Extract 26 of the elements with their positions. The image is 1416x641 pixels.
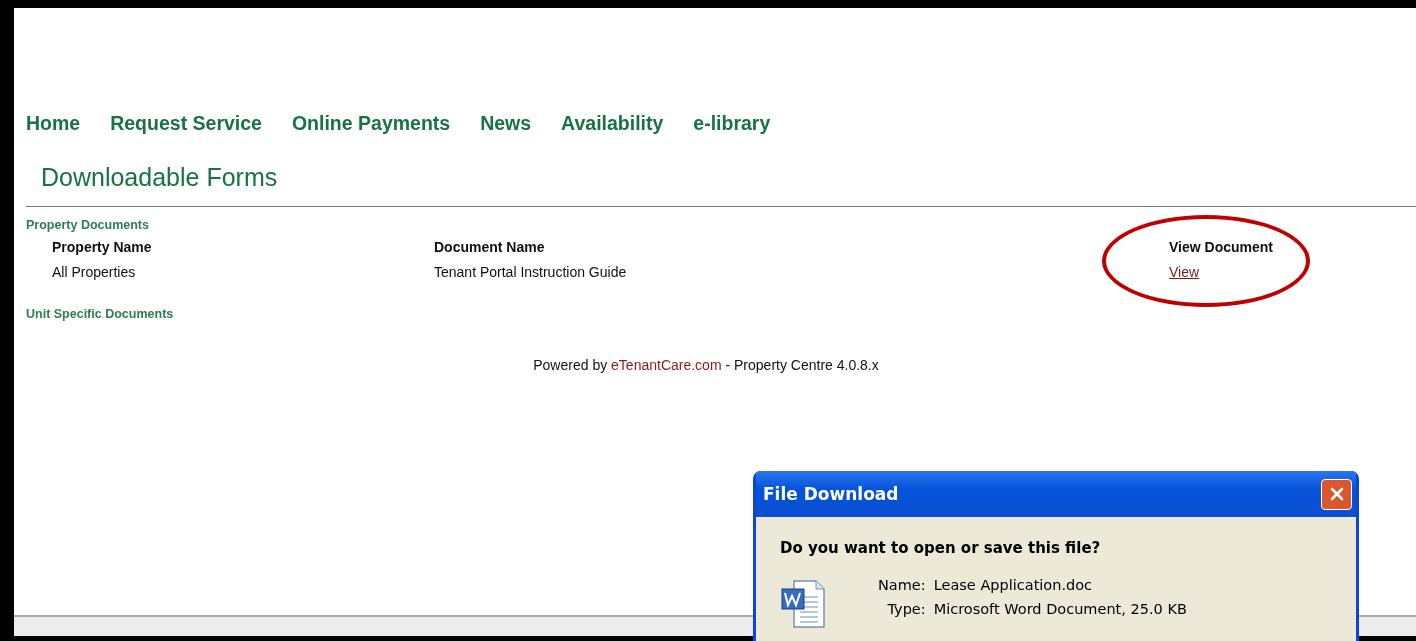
field-label: Name: [878, 577, 926, 593]
field-value: Lease Application.doc [933, 577, 1094, 593]
nav-link[interactable]: Availability [561, 112, 664, 135]
field-label: Type: [886, 601, 926, 617]
nav-link[interactable]: News [480, 112, 532, 135]
section-heading: Unit Specific Documents [26, 307, 175, 321]
close-icon [1328, 486, 1345, 502]
field-value: Microsoft Word Document, 25.0 KB [933, 601, 1187, 617]
nav-link[interactable]: Home [26, 112, 81, 135]
table-cell-text: All Properties [52, 264, 137, 280]
word-document-icon [780, 579, 826, 629]
column-header: View Document [1169, 239, 1274, 255]
section-heading: Property Documents [26, 218, 150, 232]
footer-link[interactable]: eTenantCare.com [611, 357, 722, 373]
view-link[interactable]: View [1169, 264, 1200, 280]
close-button[interactable] [1321, 478, 1352, 510]
dialog-title: File Download [763, 484, 899, 504]
page-title: Downloadable Forms [41, 163, 279, 192]
table-cell-text: Tenant Portal Instruction Guide [434, 264, 628, 280]
column-header: Property Name [52, 239, 153, 255]
column-header: Document Name [434, 239, 546, 255]
nav-link[interactable]: e-library [693, 112, 771, 135]
nav-link[interactable]: Online Payments [291, 112, 451, 135]
nav-link[interactable]: Request Service [110, 112, 262, 135]
dialog-question: Do you want to open or save this file? [780, 539, 1102, 557]
footer-text: Powered by eTenantCare.com - Property Centre 4.0.8.x [532, 357, 880, 373]
